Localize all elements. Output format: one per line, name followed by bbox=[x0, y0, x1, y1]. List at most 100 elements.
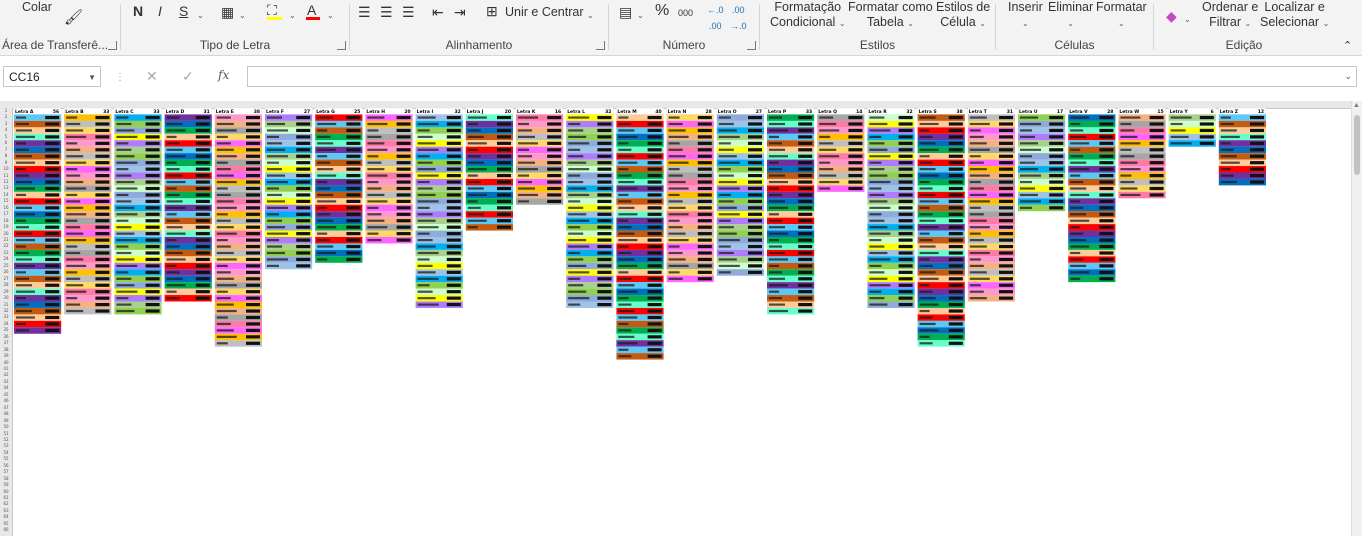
number-launcher-icon[interactable] bbox=[747, 41, 756, 50]
column-header[interactable] bbox=[549, 101, 566, 108]
column-header[interactable] bbox=[1185, 101, 1202, 108]
column-header[interactable] bbox=[466, 101, 483, 108]
column-header[interactable] bbox=[98, 101, 115, 108]
column-header[interactable] bbox=[901, 101, 918, 108]
scroll-up-arrow-icon[interactable]: ▲ bbox=[1353, 102, 1360, 109]
column-header[interactable] bbox=[449, 101, 466, 108]
format-button[interactable]: Formatar ⌄ bbox=[1096, 0, 1147, 31]
column-header[interactable] bbox=[349, 101, 366, 108]
decrease-decimal-icon[interactable]: .00 →.0 bbox=[730, 2, 747, 34]
column-header[interactable] bbox=[181, 101, 198, 108]
column-header[interactable] bbox=[667, 101, 684, 108]
fill-color-icon[interactable]: ⛶ bbox=[267, 2, 282, 20]
column-header[interactable] bbox=[616, 101, 633, 108]
column-header[interactable] bbox=[834, 101, 851, 108]
column-header[interactable] bbox=[365, 101, 382, 108]
vertical-scrollbar[interactable]: ▲ bbox=[1351, 101, 1362, 536]
increase-indent-icon[interactable]: ⇥ bbox=[454, 4, 466, 20]
column-header[interactable] bbox=[851, 101, 868, 108]
find-select-button[interactable]: Localizar e Selecionar ⌄ bbox=[1260, 0, 1329, 31]
conditional-formatting-button[interactable]: Formatação Condicional ⌄ bbox=[770, 0, 846, 31]
column-header[interactable] bbox=[64, 101, 81, 108]
column-header[interactable] bbox=[315, 101, 332, 108]
underline-button[interactable]: S bbox=[179, 4, 188, 19]
column-header[interactable] bbox=[867, 101, 884, 108]
align-left-icon[interactable]: ☰ bbox=[358, 4, 371, 20]
expand-formula-chevron-down-icon[interactable]: ⌄ bbox=[1344, 71, 1352, 82]
column-header[interactable] bbox=[533, 101, 550, 108]
column-header[interactable] bbox=[767, 101, 784, 108]
formula-input[interactable]: ⌄ bbox=[247, 66, 1357, 87]
format-as-table-button[interactable]: Formatar como Tabela ⌄ bbox=[848, 0, 933, 31]
merge-center-icon[interactable]: ⊞ bbox=[486, 3, 498, 19]
cell-styles-button[interactable]: Estilos de Célula ⌄ bbox=[936, 0, 990, 31]
column-header[interactable] bbox=[633, 101, 650, 108]
enter-checkmark-icon[interactable]: ✓ bbox=[182, 68, 194, 85]
thousands-button[interactable]: 000 bbox=[678, 6, 693, 21]
alignment-launcher-icon[interactable] bbox=[596, 41, 605, 50]
scroll-thumb[interactable] bbox=[1354, 115, 1360, 175]
column-header[interactable] bbox=[516, 101, 533, 108]
cancel-icon[interactable]: ✕ bbox=[146, 68, 158, 85]
column-header[interactable] bbox=[566, 101, 583, 108]
column-header[interactable] bbox=[81, 101, 98, 108]
column-header[interactable] bbox=[298, 101, 315, 108]
format-painter-icon[interactable]: 🖌 bbox=[64, 10, 83, 26]
column-header[interactable] bbox=[1085, 101, 1102, 108]
column-header[interactable] bbox=[1001, 101, 1018, 108]
column-header[interactable] bbox=[1051, 101, 1068, 108]
column-header[interactable] bbox=[1219, 101, 1236, 108]
column-header[interactable] bbox=[985, 101, 1002, 108]
column-header[interactable] bbox=[416, 101, 433, 108]
name-box[interactable]: CC16 ▼ bbox=[3, 66, 101, 87]
collapse-ribbon-chevron-up-icon[interactable]: ⌃ bbox=[1343, 38, 1352, 54]
cells-canvas[interactable]: Letra A 56 Letra B 33 Letra C 33 Letra D 31 Letr… bbox=[0, 101, 1352, 536]
column-header[interactable] bbox=[47, 101, 64, 108]
column-header[interactable] bbox=[1152, 101, 1169, 108]
column-header[interactable] bbox=[332, 101, 349, 108]
column-header[interactable] bbox=[583, 101, 600, 108]
column-header[interactable] bbox=[215, 101, 232, 108]
font-color-icon[interactable]: A bbox=[306, 2, 320, 20]
clear-chevron-down-icon[interactable]: ⌄ bbox=[1184, 12, 1191, 28]
column-header[interactable] bbox=[1236, 101, 1253, 108]
name-box-chevron-down-icon[interactable]: ▼ bbox=[88, 67, 96, 88]
accounting-chevron-down-icon[interactable]: ⌄ bbox=[637, 8, 644, 24]
align-center-icon[interactable]: ☰ bbox=[380, 4, 393, 20]
column-header[interactable] bbox=[265, 101, 282, 108]
column-header[interactable] bbox=[800, 101, 817, 108]
insert-button[interactable]: Inserir ⌄ bbox=[1008, 0, 1043, 31]
column-header[interactable] bbox=[432, 101, 449, 108]
column-header[interactable] bbox=[483, 101, 500, 108]
column-header[interactable] bbox=[1035, 101, 1052, 108]
borders-icon[interactable]: ▦ bbox=[221, 4, 234, 20]
row-header[interactable]: 66 bbox=[0, 527, 12, 534]
font-color-chevron-down-icon[interactable]: ⌄ bbox=[327, 8, 334, 24]
column-header[interactable] bbox=[650, 101, 667, 108]
column-header[interactable] bbox=[131, 101, 148, 108]
worksheet-grid[interactable]: Letra A 56 Letra B 33 Letra C 33 Letra D 31 Letr… bbox=[0, 101, 1362, 536]
column-header[interactable] bbox=[248, 101, 265, 108]
align-right-icon[interactable]: ☰ bbox=[402, 4, 415, 20]
column-header[interactable] bbox=[600, 101, 617, 108]
column-header[interactable] bbox=[1135, 101, 1152, 108]
decrease-indent-icon[interactable]: ⇤ bbox=[432, 4, 444, 20]
column-header[interactable] bbox=[683, 101, 700, 108]
font-launcher-icon[interactable] bbox=[337, 41, 346, 50]
borders-chevron-down-icon[interactable]: ⌄ bbox=[239, 8, 246, 24]
column-header[interactable] bbox=[148, 101, 165, 108]
column-header[interactable] bbox=[968, 101, 985, 108]
insert-function-icon[interactable]: fx bbox=[218, 68, 229, 82]
column-header[interactable] bbox=[884, 101, 901, 108]
column-header[interactable] bbox=[399, 101, 416, 108]
column-header[interactable] bbox=[951, 101, 968, 108]
merge-center-button[interactable]: Unir e Centrar bbox=[505, 5, 584, 20]
increase-decimal-icon[interactable]: ←.0.00 bbox=[707, 2, 724, 34]
column-header[interactable] bbox=[918, 101, 935, 108]
column-header[interactable] bbox=[1252, 101, 1269, 108]
column-header[interactable] bbox=[198, 101, 215, 108]
merge-chevron-down-icon[interactable]: ⌄ bbox=[587, 8, 594, 24]
column-header[interactable] bbox=[499, 101, 516, 108]
column-header[interactable] bbox=[165, 101, 182, 108]
column-header[interactable] bbox=[1018, 101, 1035, 108]
